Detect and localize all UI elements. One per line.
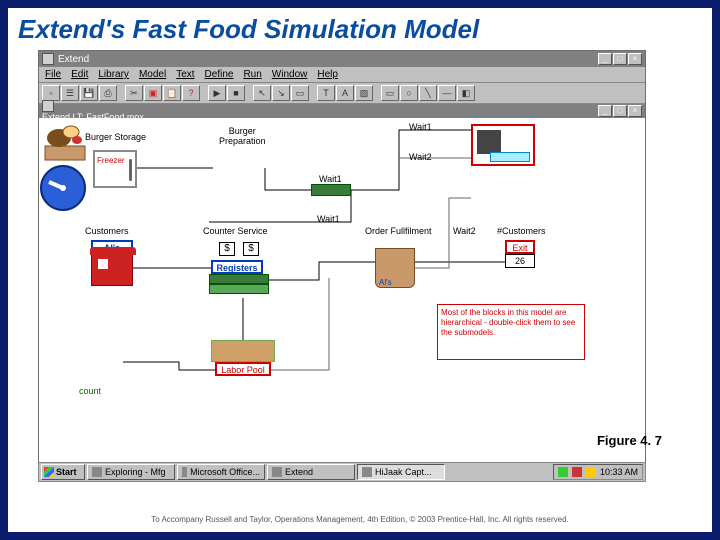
- burger-grill-icon: [39, 118, 91, 164]
- tool-print[interactable]: ⎙: [99, 85, 117, 101]
- label-wait2: Wait2: [409, 152, 432, 162]
- tool-save[interactable]: 💾: [80, 85, 98, 101]
- tool-open[interactable]: ☰: [61, 85, 79, 101]
- block-clock[interactable]: [39, 164, 87, 212]
- label-count: count: [79, 386, 101, 396]
- dollar-icon-1: $: [219, 242, 235, 256]
- menu-library[interactable]: Library: [98, 69, 129, 80]
- app-window: Extend _ □ × File Edit Library Model Tex…: [38, 50, 646, 462]
- tray-icon-1[interactable]: [558, 467, 568, 477]
- figure-label: Figure 4. 7: [597, 433, 662, 448]
- task-extend[interactable]: Extend: [267, 464, 355, 480]
- doc-close-button[interactable]: ×: [628, 105, 642, 117]
- taskbar-clock[interactable]: 10:33 AM: [600, 467, 638, 477]
- label-freezer: Freezer: [97, 156, 125, 165]
- app-titlebar[interactable]: Extend _ □ ×: [39, 51, 645, 67]
- doc-minimize-button[interactable]: _: [598, 105, 612, 117]
- block-burger-prep[interactable]: [39, 118, 91, 164]
- block-wait1[interactable]: [311, 184, 351, 196]
- tool-link[interactable]: ↘: [272, 85, 290, 101]
- menu-define[interactable]: Define: [205, 69, 234, 80]
- taskbar: Start Exploring - Mfg Microsoft Office..…: [38, 462, 646, 482]
- clock-icon: [39, 164, 87, 212]
- tool-text[interactable]: T: [317, 85, 335, 101]
- menu-run[interactable]: Run: [243, 69, 261, 80]
- task-exploring[interactable]: Exploring - Mfg: [87, 464, 175, 480]
- dollar-icon-2: $: [243, 242, 259, 256]
- slide-title: Extend's Fast Food Simulation Model: [8, 8, 712, 47]
- menu-window[interactable]: Window: [272, 69, 308, 80]
- label-als2: Al's: [379, 278, 392, 287]
- label-burger-storage: Burger Storage: [85, 132, 146, 142]
- doc-titlebar[interactable]: Extend LT: FastFood.mox _ □ ×: [39, 104, 645, 118]
- tool-line[interactable]: ╲: [419, 85, 437, 101]
- block-registers[interactable]: Registers: [211, 260, 263, 274]
- model-canvas[interactable]: Burger Storage Burger Preparation Freeze…: [39, 118, 645, 466]
- tool-stop[interactable]: ■: [227, 85, 245, 101]
- block-plotter[interactable]: [471, 124, 535, 166]
- app-title: Extend: [58, 54, 89, 65]
- label-num-customers: #Customers: [497, 226, 546, 236]
- tool-a[interactable]: A: [336, 85, 354, 101]
- tray-speaker-icon[interactable]: [586, 467, 596, 477]
- block-exit-count: 26: [505, 254, 535, 268]
- block-labor-shelf[interactable]: [211, 340, 275, 362]
- task-hijaak[interactable]: HiJaak Capt...: [357, 464, 445, 480]
- menu-text[interactable]: Text: [176, 69, 194, 80]
- doc-maximize-button[interactable]: □: [613, 105, 627, 117]
- label-burger-prep: Burger Preparation: [219, 126, 266, 146]
- block-register-q2[interactable]: [209, 284, 269, 294]
- doc-icon: [42, 100, 54, 112]
- tool-rect[interactable]: ▭: [381, 85, 399, 101]
- task-msoffice[interactable]: Microsoft Office...: [177, 464, 265, 480]
- maximize-button[interactable]: □: [613, 53, 627, 65]
- block-register-q1[interactable]: [209, 274, 269, 284]
- label-wait1b: Wait1: [409, 122, 432, 132]
- tool-paste[interactable]: 📋: [163, 85, 181, 101]
- menu-model[interactable]: Model: [139, 69, 166, 80]
- tool-cut[interactable]: ✂: [125, 85, 143, 101]
- block-labor-pool[interactable]: Labor Pool: [215, 362, 271, 376]
- block-als-store[interactable]: [91, 252, 133, 286]
- tool-block[interactable]: ▭: [291, 85, 309, 101]
- tool-copy[interactable]: ▣: [144, 85, 162, 101]
- menu-edit[interactable]: Edit: [71, 69, 88, 80]
- label-order-ff: Order Fullfilment: [365, 226, 432, 236]
- label-counter-service: Counter Service: [203, 226, 268, 236]
- close-button[interactable]: ×: [628, 53, 642, 65]
- tool-new[interactable]: ▫: [42, 85, 60, 101]
- menu-bar: File Edit Library Model Text Define Run …: [39, 67, 645, 83]
- label-wait1: Wait1: [319, 174, 342, 184]
- note-box: Most of the blocks in this model are hie…: [437, 304, 585, 360]
- tool-fill[interactable]: ▨: [355, 85, 373, 101]
- app-icon: [42, 53, 54, 65]
- label-wait2b: Wait2: [453, 226, 476, 236]
- label-wait1c: Wait1: [317, 214, 340, 224]
- slide-footer: To Accompany Russell and Taylor, Operati…: [8, 515, 712, 524]
- start-button[interactable]: Start: [41, 464, 85, 480]
- tray-icon-2[interactable]: [572, 467, 582, 477]
- system-tray[interactable]: 10:33 AM: [553, 464, 643, 480]
- tool-pointer[interactable]: ↖: [253, 85, 271, 101]
- tool-run[interactable]: ▶: [208, 85, 226, 101]
- tool-help[interactable]: ?: [182, 85, 200, 101]
- tool-oval[interactable]: ○: [400, 85, 418, 101]
- minimize-button[interactable]: _: [598, 53, 612, 65]
- menu-file[interactable]: File: [45, 69, 61, 80]
- block-exit[interactable]: Exit: [505, 240, 535, 254]
- tool-hline[interactable]: —: [438, 85, 456, 101]
- label-customers: Customers: [85, 226, 129, 236]
- tool-pick[interactable]: ◧: [457, 85, 475, 101]
- menu-help[interactable]: Help: [317, 69, 338, 80]
